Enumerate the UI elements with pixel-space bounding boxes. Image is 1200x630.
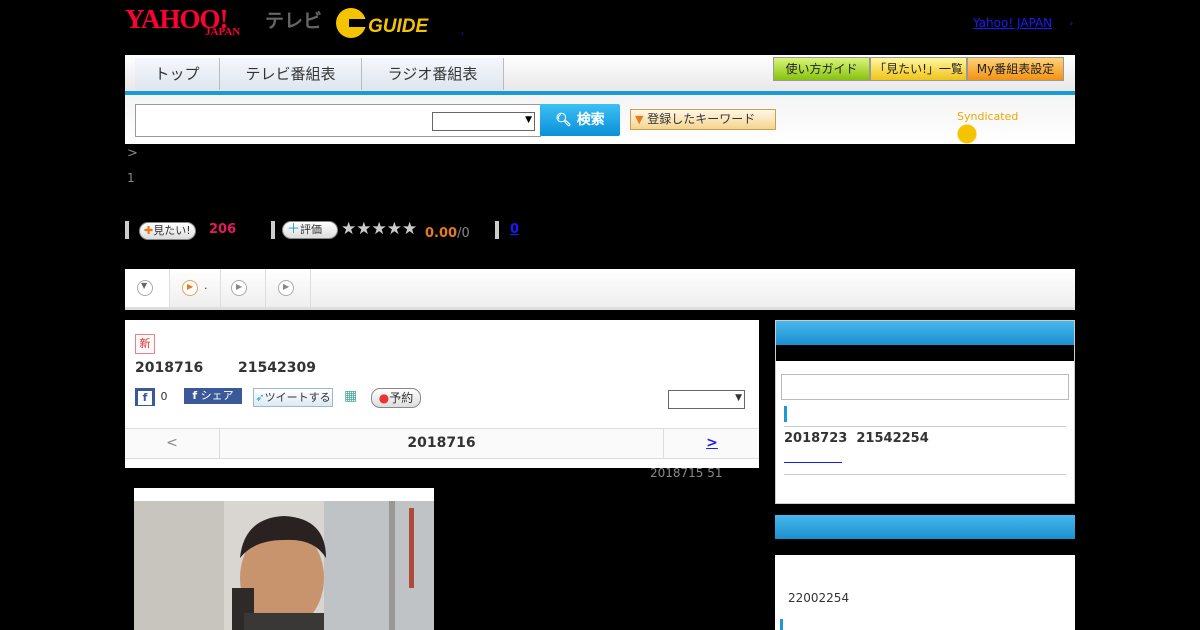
program-photo [134, 488, 434, 630]
play-circle-icon: ▶ [278, 280, 294, 296]
play-circle-icon: ▶ [231, 280, 247, 296]
g-guide-logo[interactable]: GUIDE [334, 6, 430, 40]
star-icon: ★ [386, 219, 402, 239]
related-broadcast-time: 22002254 [788, 591, 850, 605]
plus-icon: ＋ [287, 222, 301, 237]
want-to-see-button[interactable]: ✚見たい! [139, 222, 196, 240]
sidebar-input[interactable] [781, 374, 1069, 400]
reserve-button[interactable]: ●予約 [371, 388, 421, 408]
next-broadcast-link[interactable] [784, 452, 842, 463]
facebook-like-button[interactable]: f0 [135, 388, 173, 406]
related-sidebar: 22002254 [775, 515, 1075, 630]
want-count: 206 [209, 222, 237, 237]
episode-date: 2018716 [135, 360, 204, 376]
episode-action-select[interactable]: ▼ [668, 390, 745, 409]
divider [784, 426, 1066, 427]
stat-divider [495, 221, 499, 239]
facebook-icon: f [138, 391, 152, 405]
calendar-add-icon[interactable]: ▦ [344, 388, 360, 404]
play-circle-icon: ▶ [182, 280, 198, 296]
want-list-button[interactable]: 「見たい!」一覧 [870, 57, 967, 81]
header-separator: , [1070, 14, 1074, 27]
main-nav: トップ テレビ番組表 ラジオ番組表 使い方ガイド 「見たい!」一覧 My番組表設… [125, 55, 1075, 95]
updated-timestamp: 2018715 51 [650, 466, 723, 480]
star-icon: ★ [356, 219, 372, 239]
tweet-button[interactable]: ➶ツイートする [253, 388, 333, 407]
dropdown-arrow-icon: ▼ [635, 113, 644, 126]
tab-overview[interactable]: ▼ [125, 269, 170, 307]
registered-keywords-label: 登録したキーワード [647, 112, 756, 126]
facebook-share-button[interactable]: f シェア [184, 388, 242, 404]
tv-logo-text[interactable]: テレビ [265, 6, 322, 33]
episode-panel: 新 2018716 21542309 f0 f シェア ➶ツイートする ▦ ●予… [125, 320, 759, 468]
sidebar-accent [784, 406, 787, 422]
breadcrumb-arrow: > [127, 146, 138, 161]
search-icon: 🔍︎ [555, 113, 572, 128]
star-icon: ★ [371, 219, 387, 239]
syndicated-g-guide-logo: Syndicated [957, 110, 1075, 145]
rating-stars: ★★★★★ [341, 219, 417, 239]
yahoo-japan-logo-subtext: JAPAN [205, 26, 241, 38]
chevron-down-icon: ▼ [735, 393, 742, 403]
header-dot: , [461, 26, 465, 37]
record-dot-icon: ● [378, 391, 390, 405]
reviews-count-link[interactable]: 0 [510, 222, 519, 237]
new-badge: 新 [135, 334, 155, 354]
tab-fourth[interactable]: ▶ [266, 269, 311, 307]
search-category-select[interactable]: ▼ [432, 112, 535, 131]
star-icon: ★ [402, 219, 418, 239]
plus-icon: ✚ [144, 224, 154, 237]
next-broadcast-datetime: 2018723 21542254 [784, 431, 929, 446]
breadcrumb-number: 1 [127, 171, 135, 185]
yahoo-japan-link[interactable]: Yahoo! JAPAN [973, 16, 1052, 30]
rate-button[interactable]: ＋評価 [282, 221, 338, 239]
chevron-down-icon: ▼ [525, 115, 532, 125]
nav-tab-radio-schedule[interactable]: ラジオ番組表 [362, 58, 504, 90]
next-episode-link[interactable]: > [663, 429, 760, 458]
search-button[interactable]: 🔍︎ 検索 [540, 104, 620, 136]
divider [784, 474, 1066, 475]
usage-guide-button[interactable]: 使い方ガイド [773, 57, 870, 81]
stat-divider [125, 221, 129, 239]
my-schedule-settings-button[interactable]: My番組表設定 [967, 57, 1064, 81]
search-bar: ▼ 🔍︎ 検索 ▼ 登録したキーワード Syndicated [125, 95, 1075, 145]
tab-second[interactable]: ▶ . [170, 269, 221, 307]
content-tab-strip: ▼ ▶ . ▶ ▶ [125, 269, 1075, 310]
tab-third[interactable]: ▶ [221, 269, 266, 307]
sidebar-accent [780, 619, 783, 630]
chevron-down-circle-icon: ▼ [137, 280, 153, 296]
sidebar-header [775, 515, 1075, 539]
registered-keywords-button[interactable]: ▼ 登録したキーワード [630, 109, 776, 130]
episode-time: 21542309 [238, 360, 316, 376]
sidebar-header [776, 321, 1074, 345]
next-broadcast-sidebar: 2018723 21542254 [775, 320, 1075, 504]
pager-current-date: 2018716 [407, 435, 476, 451]
nav-tab-top[interactable]: トップ [135, 58, 220, 90]
rating-value: 0.00/0 [425, 226, 470, 241]
facebook-icon: f [192, 389, 198, 402]
nav-tab-tv-schedule[interactable]: テレビ番組表 [220, 58, 362, 90]
sidebar-header-bar [775, 539, 1075, 555]
search-button-label: 検索 [576, 112, 605, 128]
stat-divider [271, 221, 275, 239]
sidebar-header-bar [776, 345, 1074, 361]
svg-text:GUIDE: GUIDE [368, 16, 430, 37]
episode-pager: < 2018716 > [125, 428, 759, 459]
twitter-bird-icon: ➶ [255, 391, 265, 404]
star-icon: ★ [341, 219, 357, 239]
previous-episode-link[interactable]: < [125, 429, 220, 458]
